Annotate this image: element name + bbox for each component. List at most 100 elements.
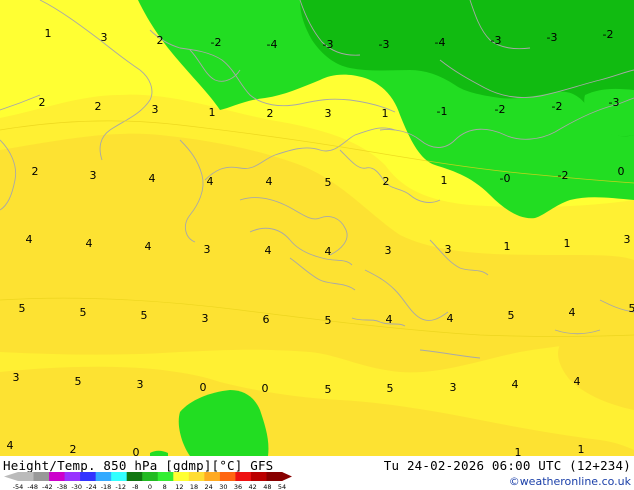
temperature-label: 1 — [209, 106, 216, 119]
color-scale-tick: -24 — [86, 483, 97, 490]
color-scale-tick: -8 — [132, 483, 138, 490]
color-scale-tick: 42 — [249, 483, 257, 490]
temperature-label: 1 — [578, 443, 585, 456]
temperature-label: 5 — [325, 176, 332, 189]
color-scale-tick: -30 — [71, 483, 82, 490]
temperature-label: -2 — [495, 103, 506, 116]
temperature-label: 0 — [262, 382, 269, 395]
temperature-label: -3 — [547, 31, 558, 44]
temperature-label: 4 — [26, 233, 33, 246]
temperature-label: 2 — [39, 96, 46, 109]
temperature-label: 5 — [75, 375, 82, 388]
temperature-label: 4 — [386, 313, 393, 326]
color-scale-right-arrow — [282, 472, 292, 481]
temperature-label: -2 — [211, 36, 222, 49]
color-scale-swatch — [266, 472, 283, 481]
color-scale-swatch — [18, 472, 35, 481]
temperature-label: 2 — [383, 175, 390, 188]
color-scale-swatch — [188, 472, 205, 481]
color-scale-swatch — [173, 472, 190, 481]
color-scale-tick: -48 — [27, 483, 38, 490]
temperature-label: 3 — [13, 371, 20, 384]
color-scale-swatch — [250, 472, 267, 481]
temperature-label: 1 — [382, 107, 389, 120]
color-scale-swatch — [33, 472, 50, 481]
temperature-label: 4 — [207, 175, 214, 188]
color-scale-tick: 24 — [205, 483, 213, 490]
temperature-label: -3 — [379, 38, 390, 51]
temperature-label: 4 — [145, 240, 152, 253]
temperature-label: 1 — [441, 174, 448, 187]
color-scale-swatch — [111, 472, 128, 481]
temperature-label: -3 — [491, 34, 502, 47]
color-scale-tick: 12 — [175, 483, 183, 490]
color-scale-swatch — [64, 472, 81, 481]
color-scale-swatch — [142, 472, 159, 481]
temperature-label: 3 — [152, 103, 159, 116]
temperature-label: 1 — [45, 27, 52, 40]
temperature-label: 4 — [86, 237, 93, 250]
temperature-label: 4 — [574, 375, 581, 388]
color-scale-tick: -42 — [42, 483, 53, 490]
temperature-label: 4 — [447, 312, 454, 325]
temperature-label: 2 — [32, 165, 39, 178]
temperature-label: 3 — [137, 378, 144, 391]
color-scale-tick: -54 — [13, 483, 24, 490]
color-scale-swatch — [126, 472, 143, 481]
temperature-label: 4 — [149, 172, 156, 185]
temperature-label: 3 — [445, 243, 452, 256]
temperature-label: 5 — [629, 302, 634, 315]
temperature-label: 2 — [95, 100, 102, 113]
temperature-label: -4 — [267, 38, 278, 51]
credit-link[interactable]: ©weatheronline.co.uk — [509, 475, 631, 488]
temperature-label: 4 — [512, 378, 519, 391]
color-scale-tick: 54 — [278, 483, 286, 490]
temperature-label: 0 — [618, 165, 625, 178]
weather-map: 1 3 2 -2 -4 -3 -3 -4 -3 -3 -2 2 2 3 1 2 3 1 -1 -2 -2 -3 2 3 4 4 4 5… — [0, 0, 634, 490]
color-scale: -54 -48 -42 -38 -30 -24 -18 -12 -8 0 8 12 18 24 30 36 42… — [4, 472, 292, 490]
color-scale-swatch — [235, 472, 252, 481]
temperature-label: -3 — [323, 38, 334, 51]
temperature-label: 3 — [101, 31, 108, 44]
temperature-label: 2 — [157, 34, 164, 47]
color-scale-swatch — [95, 472, 112, 481]
temperature-label: -2 — [558, 169, 569, 182]
temperature-label: -2 — [552, 100, 563, 113]
temperature-label: 6 — [263, 313, 270, 326]
temperature-label: 4 — [266, 175, 273, 188]
temperature-label: 5 — [387, 382, 394, 395]
temperature-label: 5 — [19, 302, 26, 315]
color-scale-swatch — [219, 472, 236, 481]
temperature-label: 3 — [624, 233, 631, 246]
temperature-label: -3 — [609, 96, 620, 109]
temperature-label: -2 — [603, 28, 614, 41]
color-scale-tick: -12 — [115, 483, 126, 490]
temperature-label: 1 — [504, 240, 511, 253]
color-scale-tick: 48 — [263, 483, 271, 490]
temperature-label: 3 — [385, 244, 392, 257]
temperature-label: -4 — [435, 36, 446, 49]
color-scale-tick: 0 — [148, 483, 152, 490]
temperature-label: 4 — [7, 439, 14, 452]
temperature-label: 5 — [80, 306, 87, 319]
map-title: Height/Temp. 850 hPa [gdmp][°C] GFS — [3, 458, 274, 473]
temperature-label: 3 — [325, 107, 332, 120]
temperature-label: 1 — [564, 237, 571, 250]
temperature-label: 0 — [200, 381, 207, 394]
temperature-label: 5 — [508, 309, 515, 322]
color-scale-tick: -38 — [57, 483, 68, 490]
temperature-label: 3 — [450, 381, 457, 394]
color-scale-swatch — [49, 472, 66, 481]
color-scale-swatch — [80, 472, 97, 481]
temperature-label: 5 — [141, 309, 148, 322]
temperature-label: 2 — [267, 107, 274, 120]
color-scale-tick: 8 — [163, 483, 167, 490]
color-scale-swatch — [157, 472, 174, 481]
temperature-label: 3 — [90, 169, 97, 182]
valid-time: Tu 24-02-2026 06:00 UTC (12+234) — [383, 458, 631, 473]
temperature-label: 3 — [204, 243, 211, 256]
color-scale-tick: -18 — [101, 483, 112, 490]
temperature-label: -0 — [500, 172, 511, 185]
color-scale-left-arrow — [4, 472, 18, 481]
color-scale-tick: 30 — [219, 483, 227, 490]
